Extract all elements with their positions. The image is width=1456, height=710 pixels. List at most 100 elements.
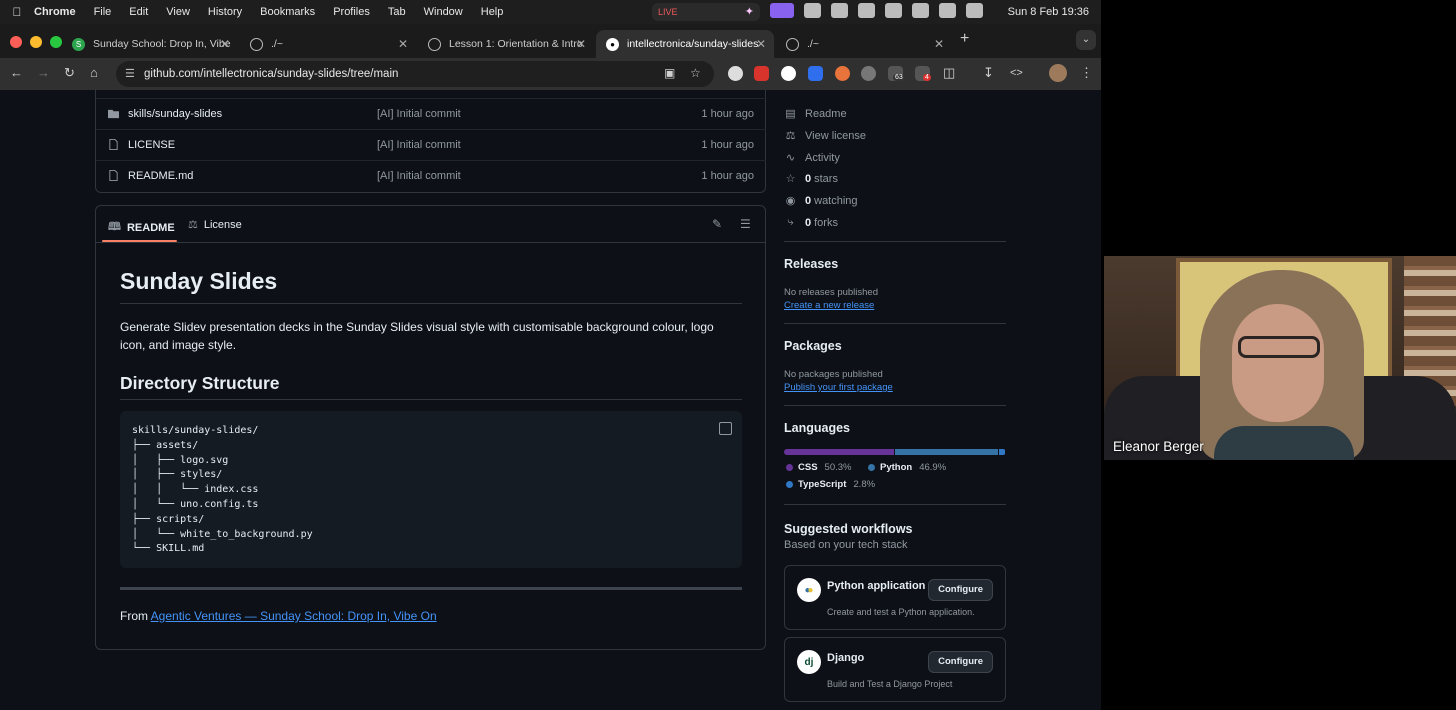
language-typescript[interactable]: TypeScript 2.8% [786,479,875,490]
file-icon [109,139,118,150]
create-release-link[interactable]: Create a new release [784,300,874,311]
section-rule [120,587,742,590]
bookmark-star-icon[interactable]: ☆ [690,66,701,80]
menu-help[interactable]: Help [481,6,504,18]
home-icon[interactable]: ⌂ [90,65,98,80]
close-tab-icon[interactable]: ✕ [576,37,586,51]
sidebar-readme-link[interactable]: ▤ Readme [784,107,846,121]
avatar[interactable] [1049,64,1067,82]
menu-window[interactable]: Window [424,6,463,18]
outline-list-icon[interactable]: ☰ [740,217,751,231]
sidebar-stars-link[interactable]: ☆ 0 stars [784,172,838,186]
wifi-icon[interactable] [939,3,956,18]
menubar-clock[interactable]: Sun 8 Feb 19:36 [1008,6,1089,18]
menu-edit[interactable]: Edit [129,6,148,18]
copy-icon[interactable] [719,422,732,435]
readme-panel: 🕮 README ⚖ License ✎ ☰ Sunday Slides Gen… [95,205,766,650]
edit-pencil-icon[interactable]: ✎ [712,217,722,231]
new-tab-icon[interactable]: + [960,30,969,48]
source-link[interactable]: Agentic Ventures — Sunday School: Drop I… [151,609,437,623]
table-row[interactable]: README.md [AI] Initial commit 1 hour ago [96,160,766,191]
blue-extension-icon[interactable] [808,66,823,81]
app-status-icon[interactable] [831,3,848,18]
configure-button[interactable]: Configure [928,579,993,601]
screen-share-icon[interactable] [770,3,794,18]
file-name[interactable]: skills/sunday-slides [128,108,222,120]
configure-button[interactable]: Configure [928,651,993,673]
scale-icon: ⚖ [188,219,198,231]
apple-icon[interactable]:  [0,5,34,19]
menu-profiles[interactable]: Profiles [333,6,370,18]
address-bar[interactable]: ☰ github.com/intellectronica/sunday-slid… [116,61,714,87]
workflow-card-python: ● ● Python application Create and test a … [784,565,1006,630]
close-tab-icon[interactable]: ✕ [398,37,408,51]
live-indicator[interactable]: LIVE ✦ [652,3,760,21]
language-dot [786,481,793,488]
close-tab-icon[interactable]: ✕ [756,37,766,51]
status-icons [770,3,983,18]
forward-icon[interactable]: → [37,65,50,80]
menu-file[interactable]: File [94,6,112,18]
cloud-extension-icon[interactable] [728,66,743,81]
control-center-icon[interactable] [966,3,983,18]
close-tab-icon[interactable]: ✕ [220,37,230,51]
table-row[interactable]: LICENSE [AI] Initial commit 1 hour ago [96,129,766,160]
chrome-menu-icon[interactable]: ⋮ [1080,65,1093,81]
commit-message[interactable]: [AI] Initial commit [377,139,461,151]
menu-bookmarks[interactable]: Bookmarks [260,6,315,18]
book-icon: ▤ [785,108,796,120]
menu-view[interactable]: View [166,6,190,18]
install-app-icon[interactable]: ▣ [664,66,675,80]
table-row[interactable]: skills/sunday-slides [AI] Initial commit… [96,98,766,129]
sidebar-activity-link[interactable]: ∿ Activity [784,151,840,165]
download-icon[interactable]: ↧ [983,65,994,81]
commit-date: 1 hour ago [701,139,754,151]
tab-search-icon[interactable]: ⌄ [1076,30,1096,50]
close-tab-icon[interactable]: ✕ [934,37,944,51]
tab-lesson-1[interactable]: Lesson 1: Orientation & Intro ✕ [418,30,594,58]
language-percent: 50.3% [824,462,852,473]
language-python[interactable]: Python 46.9% [868,462,946,473]
tab-sunday-slides[interactable]: ● intellectronica/sunday-slides ✕ [596,30,774,58]
extensions-puzzle-icon[interactable]: ◫ [943,65,955,81]
pen-icon[interactable] [804,3,821,18]
publish-package-link[interactable]: Publish your first package [784,382,893,393]
tab-title: Sunday School: Drop In, Vibe [93,38,231,50]
language-css[interactable]: CSS 50.3% [786,462,851,473]
minimize-window-button[interactable] [30,36,42,48]
sidebar-license-link[interactable]: ⚖ View license [784,129,866,143]
commit-message[interactable]: [AI] Initial commit [377,108,461,120]
menu-tab[interactable]: Tab [388,6,406,18]
globe-icon [428,37,441,51]
file-name[interactable]: LICENSE [128,139,175,151]
menu-chrome[interactable]: Chrome [34,6,76,18]
zoom-window-button[interactable] [50,36,62,48]
packages-heading[interactable]: Packages [784,339,842,353]
releases-empty-text: No releases published [784,287,879,298]
tab-title: ./~ [271,38,283,50]
orange-extension-icon[interactable] [835,66,850,81]
tab-license[interactable]: ⚖ License [188,218,242,232]
battery-icon[interactable] [885,3,902,18]
back-icon[interactable]: ← [10,65,23,80]
tab-history[interactable]: ./~ ✕ [240,30,416,58]
file-name[interactable]: README.md [128,170,193,182]
devtools-icon[interactable]: <> [1010,67,1023,79]
site-info-icon[interactable]: ☰ [125,67,135,80]
tab-readme[interactable]: 🕮 README [108,218,175,237]
close-window-button[interactable] [10,36,22,48]
tab-history-2[interactable]: ./~ ✕ [776,30,952,58]
menu-history[interactable]: History [208,6,242,18]
reload-icon[interactable]: ↻ [64,65,75,81]
commit-message[interactable]: [AI] Initial commit [377,170,461,182]
focus-icon[interactable] [912,3,929,18]
input-source-icon[interactable] [858,3,875,18]
red-extension-icon[interactable] [754,66,769,81]
sidebar-watching-link[interactable]: ◉ 0 watching [784,194,858,208]
sidebar-forks-link[interactable]: ⤷ 0 forks [784,216,838,229]
tab-sunday-school[interactable]: S Sunday School: Drop In, Vibe ✕ [62,30,238,58]
globe-extension-icon[interactable] [781,66,796,81]
spy-extension-icon[interactable] [861,66,876,81]
workflow-description: Build and Test a Django Project [827,679,953,689]
releases-heading[interactable]: Releases [784,257,838,271]
